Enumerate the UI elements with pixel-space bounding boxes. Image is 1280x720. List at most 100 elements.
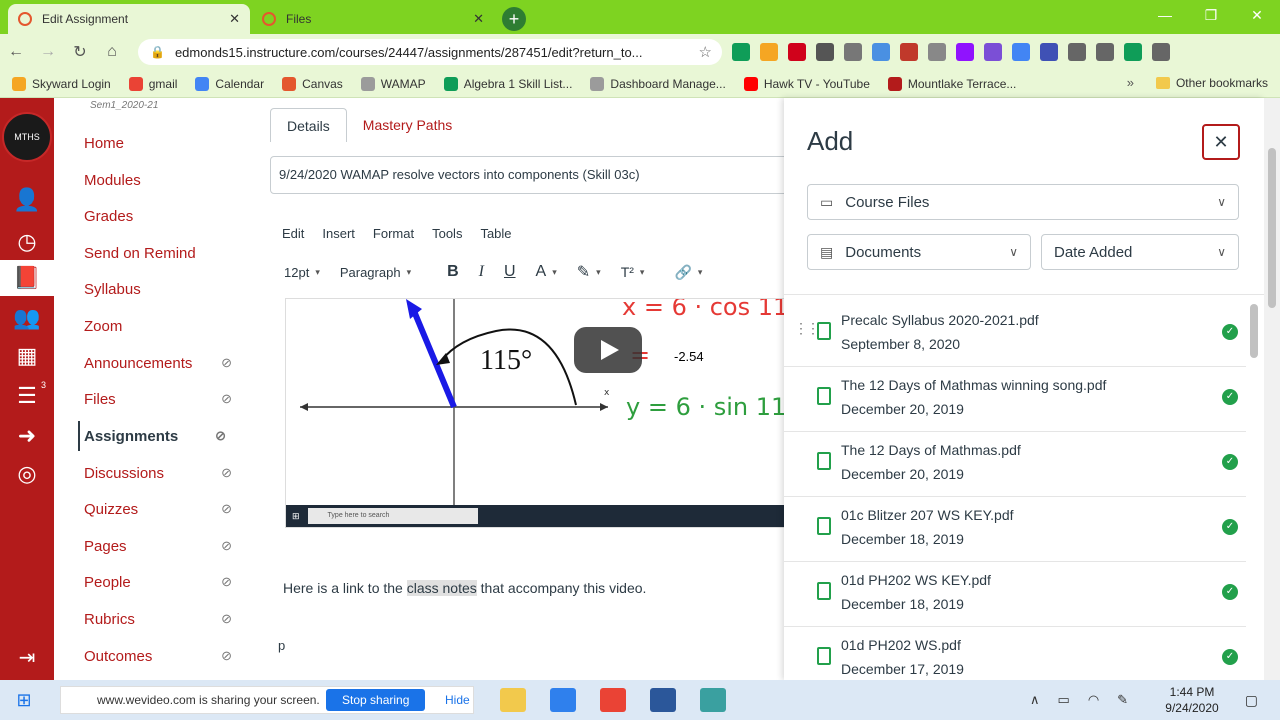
course-nav-modules[interactable]: Modules [84, 165, 254, 195]
course-nav-zoom[interactable]: Zoom [84, 311, 254, 341]
battery-icon[interactable]: ▭ [1058, 692, 1070, 708]
wifi-icon[interactable]: ◠ [1088, 692, 1099, 708]
system-clock[interactable]: 1:44 PM 9/24/2020 [1160, 684, 1224, 716]
restore-icon[interactable]: ❐ [1188, 0, 1234, 30]
close-tab-icon[interactable]: ✕ [229, 11, 240, 27]
tray-scrollbar[interactable] [1248, 302, 1260, 680]
calculator-app-icon[interactable] [700, 688, 726, 712]
close-tab-icon[interactable]: ✕ [473, 11, 484, 27]
close-tray-button[interactable]: ✕ [1202, 124, 1240, 160]
extension-icon[interactable] [760, 43, 778, 61]
extension-icon[interactable] [984, 43, 1002, 61]
course-nav-outcomes[interactable]: Outcomes ⊘ [84, 641, 254, 671]
course-nav-syllabus[interactable]: Syllabus [84, 274, 254, 304]
course-nav-home[interactable]: Home [84, 128, 254, 158]
other-bookmarks[interactable]: Other bookmarks [1155, 76, 1268, 90]
chevron-up-icon[interactable]: ∧ [1030, 692, 1040, 708]
groups-icon[interactable]: 👥 [0, 300, 54, 336]
more-bookmarks-icon[interactable]: » [1127, 75, 1134, 90]
menu-tools[interactable]: Tools [432, 226, 462, 241]
profile-icon[interactable] [1124, 43, 1142, 61]
course-nav-assignments[interactable]: Assignments ⊘ [78, 421, 248, 451]
link-icon[interactable]: 🔗 ▾ [674, 264, 702, 281]
extension-icon[interactable] [928, 43, 946, 61]
course-nav-discussions[interactable]: Discussions ⊘ [84, 458, 254, 488]
calendar-icon[interactable]: ▦ [0, 338, 54, 374]
bookmark-star-icon[interactable]: ☆ [699, 43, 712, 61]
highlight-icon[interactable]: ✎ ▾ [577, 262, 601, 282]
windows-start-icon[interactable]: ⊞ [0, 690, 48, 711]
text-color-icon[interactable]: A ▾ [536, 263, 557, 281]
course-nav-people[interactable]: People ⊘ [84, 567, 254, 597]
embedded-video[interactable]: 115° x = 6 · cos 11 = y = 6 · sin 11 x -… [285, 298, 785, 528]
new-tab-icon[interactable]: + [502, 7, 526, 31]
bookmark-gmail[interactable]: gmail [128, 76, 177, 91]
url-bar[interactable]: 🔒 edmonds15.instructure.com/courses/2444… [138, 39, 722, 65]
extension-icon[interactable] [844, 43, 862, 61]
body-paragraph[interactable]: Here is a link to the class notes that a… [283, 580, 646, 596]
underline-icon[interactable]: U [504, 263, 516, 281]
extension-icon[interactable] [956, 43, 974, 61]
video-play-icon[interactable] [574, 327, 642, 373]
bookmark-hawk-tv[interactable]: Hawk TV - YouTube [743, 76, 870, 91]
bookmark-mountlake[interactable]: Mountlake Terrace... [887, 76, 1016, 91]
bookmark-canvas[interactable]: Canvas [282, 76, 343, 91]
bookmark-skyward[interactable]: Skyward Login [12, 76, 111, 91]
source-select[interactable]: ▭ Course Files ∨ [807, 184, 1239, 220]
notification-icon[interactable]: ▢ [1245, 692, 1258, 709]
menu-edit[interactable]: Edit [282, 226, 304, 241]
content-type-select[interactable]: ▤ Documents ∨ [807, 234, 1031, 270]
extension-icon[interactable] [816, 43, 834, 61]
menu-format[interactable]: Format [373, 226, 414, 241]
file-item[interactable]: 01c Blitzer 207 WS KEY.pdf December 18, … [784, 497, 1246, 562]
reload-icon[interactable]: ↻ [64, 42, 96, 62]
back-icon[interactable]: ← [0, 43, 32, 61]
browser-tab-files[interactable]: Files ✕ [252, 4, 494, 34]
file-item[interactable]: The 12 Days of Mathmas.pdf December 20, … [784, 432, 1246, 497]
close-window-icon[interactable]: ✕ [1234, 0, 1280, 30]
stop-sharing-button[interactable]: Stop sharing [326, 689, 426, 711]
file-explorer-icon[interactable] [500, 688, 526, 712]
scrollbar-thumb[interactable] [1268, 148, 1276, 308]
school-logo[interactable]: MTHS [2, 112, 52, 162]
bookmark-algebra[interactable]: Algebra 1 Skill List... [443, 76, 572, 91]
course-nav-grades[interactable]: Grades [84, 201, 254, 231]
extension-icon[interactable] [1040, 43, 1058, 61]
tab-details[interactable]: Details [270, 108, 347, 142]
assignment-title-input[interactable]: 9/24/2020 WAMAP resolve vectors into com… [270, 156, 800, 194]
extension-icon[interactable] [900, 43, 918, 61]
forward-icon[interactable]: → [32, 43, 64, 61]
sort-select[interactable]: Date Added ∨ [1041, 234, 1239, 270]
pen-icon[interactable]: ✎ [1117, 692, 1128, 708]
gmail-app-icon[interactable] [600, 688, 626, 712]
home-icon[interactable]: ⌂ [96, 43, 128, 61]
course-nav-remind[interactable]: Send on Remind [84, 238, 254, 268]
file-item[interactable]: ⋮⋮ Precalc Syllabus 2020-2021.pdf Septem… [784, 302, 1246, 367]
extensions-puzzle-icon[interactable] [1068, 43, 1086, 61]
tab-mastery-paths[interactable]: Mastery Paths [347, 108, 468, 142]
drag-handle-icon[interactable]: ⋮⋮ [794, 320, 820, 337]
extension-icon[interactable] [872, 43, 890, 61]
italic-icon[interactable]: I [479, 263, 484, 281]
class-notes-link[interactable]: class notes [406, 580, 477, 596]
account-icon[interactable]: 👤 [0, 182, 54, 218]
file-item[interactable]: The 12 Days of Mathmas winning song.pdf … [784, 367, 1246, 432]
courses-icon[interactable]: 📕 [0, 260, 54, 296]
extension-icon[interactable] [1012, 43, 1030, 61]
browser-tab-edit-assignment[interactable]: Edit Assignment ✕ [8, 4, 250, 34]
inbox-icon[interactable]: ☰ 3 [0, 378, 54, 414]
bookmark-wamap[interactable]: WAMAP [360, 76, 426, 91]
minimize-icon[interactable]: — [1142, 0, 1188, 30]
extension-icon[interactable] [788, 43, 806, 61]
course-nav-quizzes[interactable]: Quizzes ⊘ [84, 494, 254, 524]
course-nav-announcements[interactable]: Announcements ⊘ [84, 348, 254, 378]
scrollbar-thumb[interactable] [1250, 304, 1258, 358]
course-nav-rubrics[interactable]: Rubrics ⊘ [84, 604, 254, 634]
block-format-select[interactable]: Paragraph ▾ [340, 265, 411, 280]
superscript-icon[interactable]: T² ▾ [621, 264, 645, 280]
notepad-app-icon[interactable] [550, 688, 576, 712]
page-scrollbar[interactable] [1264, 98, 1280, 680]
course-nav-files[interactable]: Files ⊘ [84, 384, 254, 414]
bold-icon[interactable]: B [447, 263, 459, 281]
course-nav-pages[interactable]: Pages ⊘ [84, 531, 254, 561]
